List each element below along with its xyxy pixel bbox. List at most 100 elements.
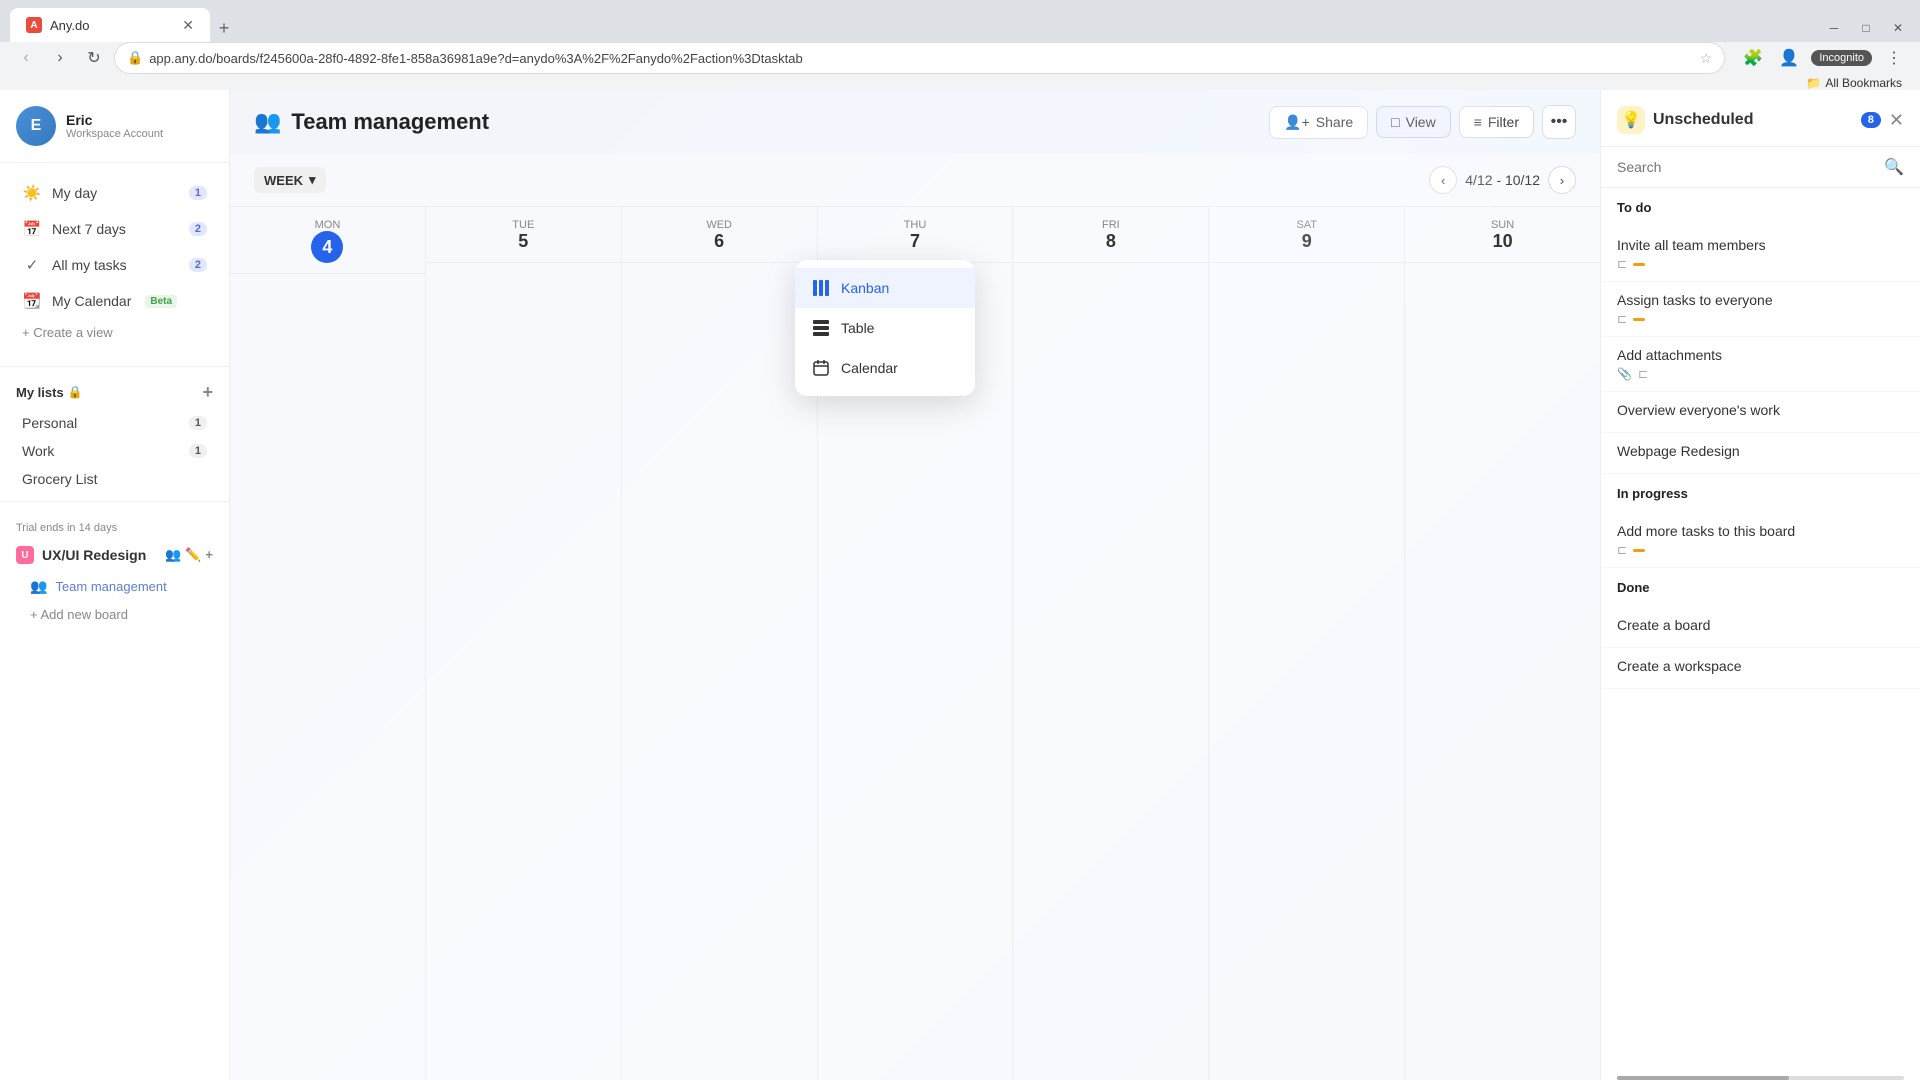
board-item-team-management[interactable]: 👥 Team management (6, 572, 223, 601)
task-webpage-redesign[interactable]: Webpage Redesign (1601, 433, 1920, 474)
header-actions: 👤+ Share □ View ≡ Filter ••• (1269, 105, 1576, 139)
in-progress-section-title: In progress (1617, 486, 1904, 501)
list-item-grocery[interactable]: Grocery List (6, 465, 223, 493)
app: E Eric Workspace Account ☀️ My day 1 📅 N… (0, 90, 1920, 1080)
done-section-title: Done (1617, 580, 1904, 595)
maximize-button[interactable]: □ (1852, 14, 1880, 42)
day-short-label: MON (315, 219, 341, 231)
sidebar-item-my-day[interactable]: ☀️ My day 1 (6, 175, 223, 211)
sidebar-nav: ☀️ My day 1 📅 Next 7 days 2 ✓ All my tas… (0, 163, 229, 358)
day-body-sun[interactable] (1405, 263, 1600, 1080)
filter-button[interactable]: ≡ Filter (1459, 106, 1534, 138)
day-body-fri[interactable] (1013, 263, 1208, 1080)
view-button[interactable]: □ View (1376, 106, 1451, 138)
day-number: 8 (1025, 231, 1196, 252)
dropdown-item-calendar[interactable]: Calendar (795, 348, 975, 388)
right-panel: 💡 Unscheduled 8 ✕ 🔍 To do Invite all tea… (1600, 90, 1920, 1080)
share-button[interactable]: 👤+ Share (1269, 106, 1368, 139)
share-icon: 👤+ (1284, 114, 1310, 131)
nav-item-label: Next 7 days (52, 221, 126, 237)
task-invite-team[interactable]: Invite all team members ⊏ (1601, 227, 1920, 282)
day-column-sat: SAT 9 (1209, 207, 1405, 1080)
day-header-tue: TUE 5 (426, 207, 621, 263)
user-subtitle: Workspace Account (66, 128, 213, 140)
day-body-wed[interactable] (622, 263, 817, 1080)
next-week-button[interactable]: › (1548, 166, 1576, 194)
calendar-2-icon: 📆 (22, 291, 42, 311)
nav-item-label: My Calendar (52, 293, 131, 309)
user-avatar[interactable]: E (16, 106, 56, 146)
list-item-personal[interactable]: Personal 1 (6, 409, 223, 437)
task-assign-tasks[interactable]: Assign tasks to everyone ⊏ (1601, 282, 1920, 337)
browser-tabs: A Any.do ✕ + ─ □ ✕ (0, 0, 1920, 42)
back-button[interactable]: ‹ (12, 44, 40, 72)
add-board-button[interactable]: + Add new board (6, 601, 223, 628)
kanban-icon (811, 278, 831, 298)
new-tab-button[interactable]: + (210, 14, 238, 42)
edit-icon[interactable]: ✏️ (185, 547, 201, 563)
create-view-button[interactable]: + Create a view (6, 319, 223, 346)
board-title: Team management (291, 109, 489, 135)
scrollbar-thumb[interactable] (1617, 1076, 1789, 1080)
minimize-button[interactable]: ─ (1820, 14, 1848, 42)
subtask-icon: ⊏ (1617, 543, 1627, 557)
prev-week-button[interactable]: ‹ (1429, 166, 1457, 194)
list-item-work[interactable]: Work 1 (6, 437, 223, 465)
profile-button[interactable]: 👤 (1775, 44, 1803, 72)
address-bar[interactable]: 🔒 app.any.do/boards/f245600a-28f0-4892-8… (114, 42, 1725, 74)
day-number: 10 (1417, 231, 1588, 252)
task-title: Overview everyone's work (1617, 402, 1904, 418)
task-meta: 📎 ⊏ (1617, 367, 1904, 381)
bookmark-star[interactable]: ☆ (1700, 50, 1713, 67)
task-title: Invite all team members (1617, 237, 1904, 253)
day-body-sat[interactable] (1209, 263, 1404, 1080)
day-header-fri: FRI 8 (1013, 207, 1208, 263)
menu-button[interactable]: ⋮ (1880, 44, 1908, 72)
day-short-label: SUN (1491, 219, 1514, 231)
board-label: Team management (55, 579, 166, 594)
done-section: Done (1601, 568, 1920, 607)
date-range: ‹ 4/12 - 10/12 › (1429, 166, 1576, 194)
add-list-button[interactable]: + (202, 383, 213, 401)
beta-badge: Beta (145, 295, 177, 308)
sidebar-item-next-7-days[interactable]: 📅 Next 7 days 2 (6, 211, 223, 247)
workspace-divider (0, 501, 229, 502)
dropdown-item-table[interactable]: Table (795, 308, 975, 348)
day-body-tue[interactable] (426, 263, 621, 1080)
task-add-attachments[interactable]: Add attachments 📎 ⊏ (1601, 337, 1920, 392)
refresh-button[interactable]: ↻ (80, 44, 108, 72)
sidebar-header: E Eric Workspace Account (0, 90, 229, 163)
close-button[interactable]: ✕ (1884, 14, 1912, 42)
active-tab[interactable]: A Any.do ✕ (10, 8, 210, 42)
day-body-mon[interactable] (230, 274, 425, 1080)
sidebar-item-calendar[interactable]: 📆 My Calendar Beta (6, 283, 223, 319)
forward-button[interactable]: › (46, 44, 74, 72)
more-options-button[interactable]: ••• (1542, 105, 1576, 139)
task-overview-work[interactable]: Overview everyone's work (1601, 392, 1920, 433)
dropdown-item-kanban[interactable]: Kanban (795, 268, 975, 308)
panel-header: 💡 Unscheduled 8 ✕ (1601, 90, 1920, 147)
incognito-badge: Incognito (1811, 50, 1872, 66)
members-icon[interactable]: 👥 (165, 547, 181, 563)
workspace-actions: 👥 ✏️ + (165, 547, 213, 563)
panel-scrollbar[interactable] (1617, 1076, 1904, 1080)
workspace-name[interactable]: U UX/UI Redesign 👥 ✏️ + (0, 538, 229, 572)
work-badge: 1 (189, 444, 207, 458)
week-selector[interactable]: WEEK ▾ (254, 167, 326, 193)
browser-chrome: A Any.do ✕ + ─ □ ✕ ‹ › ↻ 🔒 app.any.do/bo… (0, 0, 1920, 90)
panel-close-button[interactable]: ✕ (1889, 110, 1904, 131)
task-create-workspace[interactable]: Create a workspace (1601, 648, 1920, 689)
task-create-board[interactable]: Create a board (1601, 607, 1920, 648)
add-workspace-icon[interactable]: + (205, 547, 213, 563)
task-add-more-tasks[interactable]: Add more tasks to this board ⊏ (1601, 513, 1920, 568)
check-icon: ✓ (22, 255, 42, 275)
my-lists-header: My lists 🔒 + (0, 375, 229, 409)
day-short-label: FRI (1102, 219, 1120, 231)
task-title: Add more tasks to this board (1617, 523, 1904, 539)
todo-section-title: To do (1617, 200, 1904, 215)
in-progress-section: In progress (1601, 474, 1920, 513)
tab-close-button[interactable]: ✕ (182, 17, 194, 34)
sidebar-item-all-tasks[interactable]: ✓ All my tasks 2 (6, 247, 223, 283)
search-input[interactable] (1617, 159, 1876, 175)
extensions-button[interactable]: 🧩 (1739, 44, 1767, 72)
